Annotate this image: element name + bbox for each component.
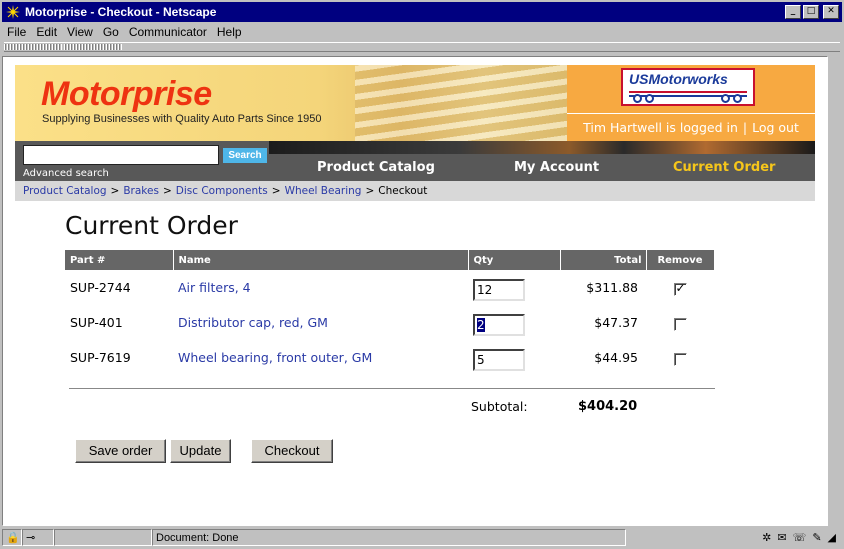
menu-bar: File Edit View Go Communicator Help	[2, 23, 842, 41]
nav-photo-strip	[269, 141, 815, 154]
site-container: Motorprise Supplying Businesses with Qua…	[15, 65, 815, 201]
product-link[interactable]: Distributor cap, red, GM	[173, 305, 468, 340]
login-text: Tim Hartwell is logged in	[583, 120, 738, 135]
line-total: $44.95	[594, 350, 638, 365]
breadcrumb: Product Catalog > Brakes > Disc Componen…	[15, 181, 815, 201]
nav-my-account[interactable]: My Account	[514, 160, 599, 175]
nav-tabs: Product Catalog My Account Current Order	[269, 141, 815, 181]
quantity-input[interactable]: 5	[473, 348, 525, 371]
subtotal-divider	[69, 388, 715, 389]
col-qty: Qty	[468, 250, 561, 270]
toolbar-grip[interactable]	[4, 44, 62, 50]
breadcrumb-disc-components[interactable]: Disc Components	[176, 185, 268, 197]
quantity-input[interactable]: 2	[473, 313, 525, 336]
product-link[interactable]: Air filters, 4	[173, 270, 468, 305]
line-total: $311.88	[586, 280, 638, 295]
menu-file[interactable]: File	[2, 25, 31, 39]
status-text: Document: Done	[152, 529, 626, 546]
search-area: Search Advanced search	[15, 141, 269, 181]
part-number: SUP-7619	[70, 350, 131, 365]
header-banner: Motorprise Supplying Businesses with Qua…	[15, 65, 567, 141]
login-separator: |	[742, 120, 748, 135]
col-total: Total	[560, 250, 647, 270]
window-titlebar: Motorprise - Checkout - Netscape _ □ ✕	[2, 2, 842, 22]
breadcrumb-product-catalog[interactable]: Product Catalog	[23, 185, 107, 197]
vertical-scrollbar-area	[828, 56, 842, 526]
nav-current-order[interactable]: Current Order	[673, 160, 775, 175]
search-input[interactable]	[23, 145, 219, 165]
progress-bar	[54, 529, 152, 546]
update-button[interactable]: Update	[170, 439, 231, 463]
table-row: SUP-7619 Wheel bearing, front outer, GM …	[65, 340, 714, 375]
nav-product-catalog[interactable]: Product Catalog	[317, 160, 435, 175]
table-row: SUP-2744 Air filters, 4 12 $311.88	[65, 270, 714, 305]
breadcrumb-wheel-bearing[interactable]: Wheel Bearing	[285, 185, 362, 197]
maximize-button[interactable]: □	[803, 5, 819, 19]
close-button[interactable]: ✕	[823, 5, 839, 19]
search-button[interactable]: Search	[223, 148, 267, 163]
status-bar: 🔒 ⊸ Document: Done ✲ ✉ ☏ ✎ ◢	[2, 528, 842, 547]
usmotorworks-logo[interactable]: USMotorworks	[621, 68, 755, 106]
subtotal-label: Subtotal:	[471, 399, 528, 414]
save-order-button[interactable]: Save order	[75, 439, 166, 463]
component-bar: ✲ ✉ ☏ ✎ ◢	[762, 531, 842, 544]
main-nav: Search Advanced search Product Catalog M…	[15, 141, 815, 181]
quantity-input[interactable]: 12	[473, 278, 525, 301]
resize-grip-icon[interactable]: ◢	[828, 531, 836, 544]
menu-help[interactable]: Help	[212, 25, 247, 39]
remove-checkbox[interactable]	[673, 317, 687, 331]
menu-go[interactable]: Go	[98, 25, 124, 39]
partner-logo-text: USMotorworks	[629, 71, 728, 87]
header-account-panel: USMotorworks Tim Hartwell is logged in |…	[567, 65, 815, 141]
connection-icon: ⊸	[22, 529, 54, 546]
toolbar-grip[interactable]	[64, 44, 122, 50]
part-number: SUP-2744	[70, 280, 131, 295]
menu-communicator[interactable]: Communicator	[124, 25, 212, 39]
line-total: $47.37	[594, 315, 638, 330]
netscape-icon	[5, 4, 21, 20]
checkout-button[interactable]: Checkout	[251, 439, 333, 463]
remove-checkbox[interactable]	[673, 352, 687, 366]
site-header: Motorprise Supplying Businesses with Qua…	[15, 65, 815, 141]
product-link[interactable]: Wheel bearing, front outer, GM	[173, 340, 468, 375]
menu-view[interactable]: View	[62, 25, 98, 39]
part-number: SUP-401	[70, 315, 123, 330]
composer-icon[interactable]: ✎	[812, 531, 821, 544]
page-title: Current Order	[65, 211, 238, 240]
logo-wheels	[629, 94, 747, 104]
browser-viewport: Motorprise Supplying Businesses with Qua…	[2, 56, 828, 526]
col-part: Part #	[65, 250, 174, 270]
login-status: Tim Hartwell is logged in | Log out	[567, 113, 815, 141]
table-row: SUP-401 Distributor cap, red, GM 2 $47.3…	[65, 305, 714, 340]
discussion-icon[interactable]: ☏	[793, 531, 807, 544]
motorprise-logo[interactable]: Motorprise	[41, 75, 212, 114]
breadcrumb-brakes[interactable]: Brakes	[123, 185, 159, 197]
logout-link[interactable]: Log out	[752, 120, 799, 135]
advanced-search-link[interactable]: Advanced search	[23, 168, 109, 179]
minimize-button[interactable]: _	[785, 5, 801, 19]
col-name: Name	[173, 250, 469, 270]
collapsed-toolbars	[4, 42, 840, 52]
remove-checkbox[interactable]	[673, 281, 687, 296]
window-title: Motorprise - Checkout - Netscape	[25, 5, 217, 19]
navigator-icon[interactable]: ✲	[762, 531, 771, 544]
order-table: Part # Name Qty Total Remove SUP-2744 Ai…	[65, 250, 715, 375]
menu-edit[interactable]: Edit	[31, 25, 62, 39]
tagline: Supplying Businesses with Quality Auto P…	[42, 113, 322, 125]
subtotal-value: $404.20	[578, 399, 638, 414]
breadcrumb-current: Checkout	[378, 185, 428, 197]
car-photo	[355, 65, 567, 141]
col-remove: Remove	[646, 250, 715, 270]
security-lock-icon[interactable]: 🔒	[2, 529, 22, 546]
mail-icon[interactable]: ✉	[777, 531, 786, 544]
